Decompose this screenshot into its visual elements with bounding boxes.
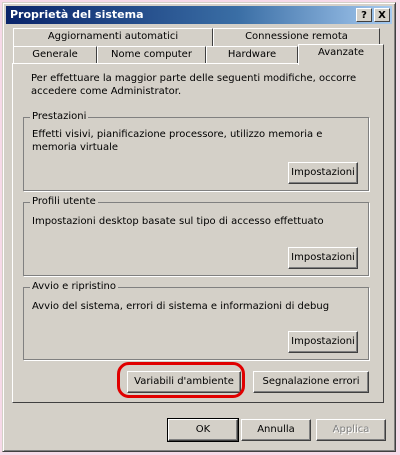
performance-settings-button[interactable]: Impostazioni: [288, 162, 358, 184]
group-description: Avvio del sistema, errori di sistema e i…: [32, 301, 330, 312]
tab-hardware[interactable]: Hardware: [206, 46, 298, 64]
group-title: Avvio e ripristino: [30, 281, 118, 292]
tab-label: Aggiornamenti automatici: [47, 31, 179, 42]
title-bar[interactable]: Proprietà del sistema ? X: [6, 6, 392, 24]
group-description: Impostazioni desktop basate sul tipo di …: [32, 216, 324, 227]
tab-label: Generale: [32, 49, 78, 60]
window-title: Proprietà del sistema: [10, 8, 144, 21]
red-highlight-circle: [117, 362, 245, 398]
advanced-panel: Per effettuare la maggior parte delle se…: [12, 63, 384, 403]
group-profili-utente: Profili utente Impostazioni desktop basa…: [23, 196, 369, 276]
admin-notice: Per effettuare la maggior parte delle se…: [31, 73, 357, 97]
user-profiles-settings-button[interactable]: Impostazioni: [288, 247, 358, 269]
tab-avanzate[interactable]: Avanzate: [298, 44, 384, 65]
tab-label: Nome computer: [111, 49, 192, 60]
tab-generale[interactable]: Generale: [13, 46, 97, 64]
error-reporting-button[interactable]: Segnalazione errori: [253, 371, 369, 393]
tab-label: Hardware: [227, 49, 277, 60]
group-prestazioni: Prestazioni Effetti visivi, pianificazio…: [23, 111, 369, 191]
group-description: Effetti visivi, pianificazione processor…: [32, 129, 323, 153]
group-title: Prestazioni: [30, 111, 89, 122]
help-button[interactable]: ?: [356, 8, 372, 22]
tab-label: Connessione remota: [245, 31, 348, 42]
startup-recovery-settings-button[interactable]: Impostazioni: [288, 331, 358, 353]
tab-nome-computer[interactable]: Nome computer: [97, 46, 206, 64]
group-title: Profili utente: [30, 196, 98, 207]
close-button[interactable]: X: [374, 8, 390, 22]
apply-button[interactable]: Applica: [316, 419, 386, 441]
tab-label: Avanzate: [317, 47, 365, 58]
cancel-button[interactable]: Annulla: [241, 419, 311, 441]
group-avvio-ripristino: Avvio e ripristino Avvio del sistema, er…: [23, 281, 369, 360]
ok-button[interactable]: OK: [167, 418, 239, 442]
tab-aggiornamenti-automatici[interactable]: Aggiornamenti automatici: [13, 28, 213, 46]
